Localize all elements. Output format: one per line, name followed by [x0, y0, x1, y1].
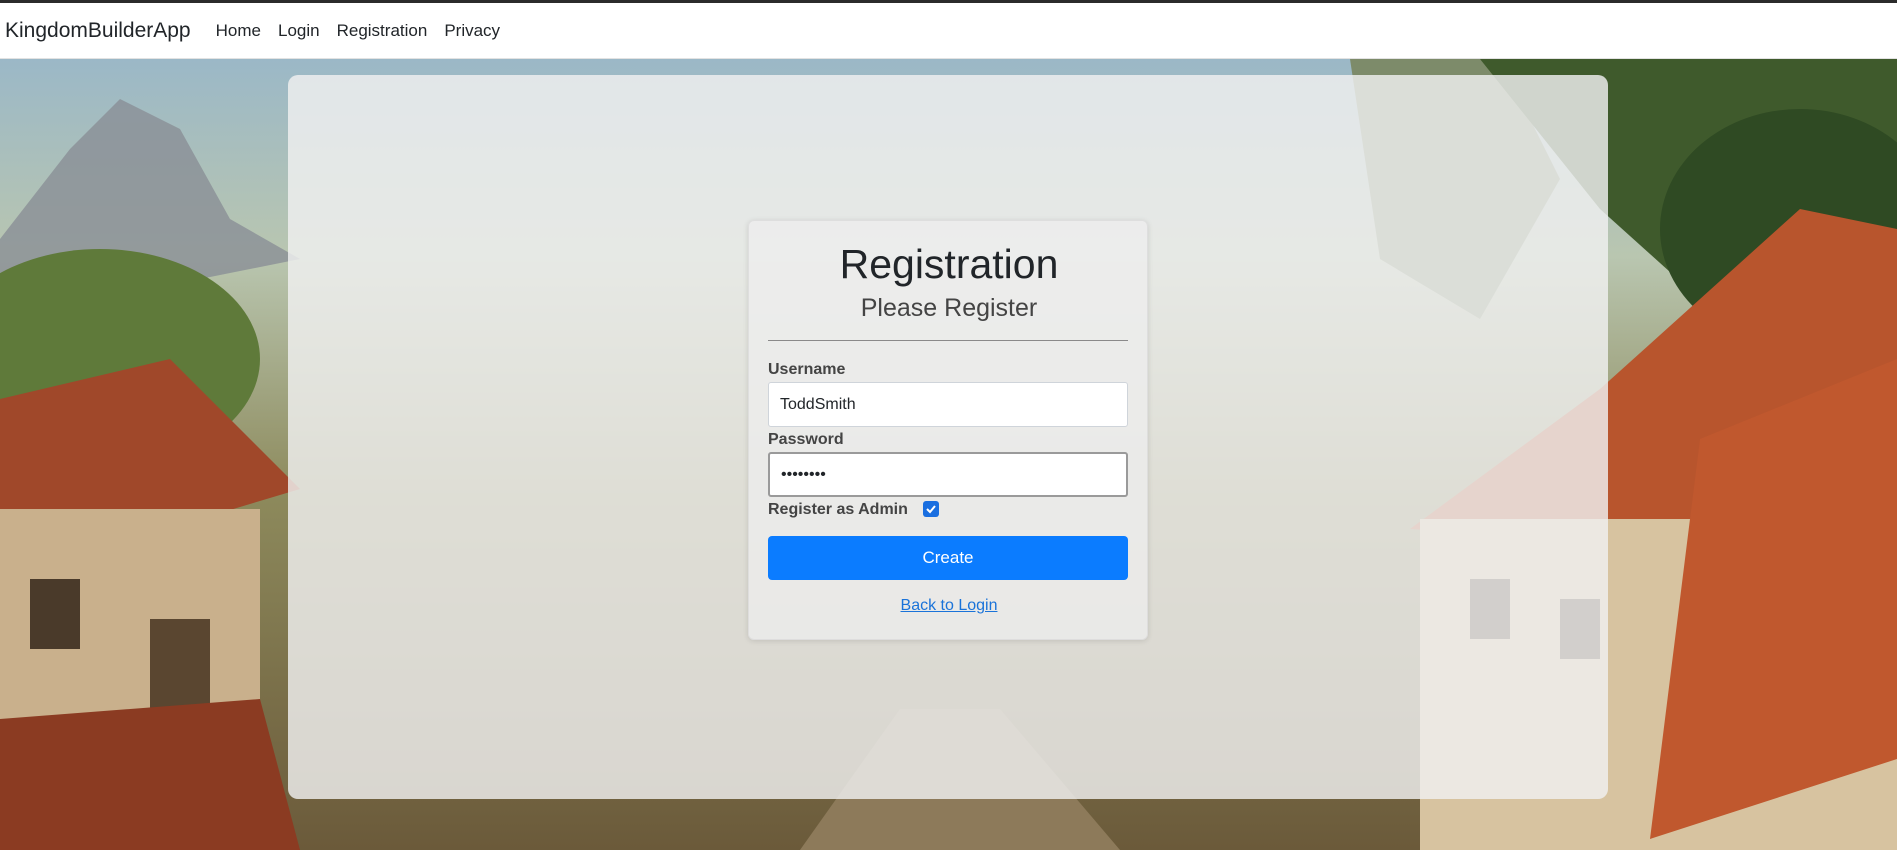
username-input[interactable]: [768, 382, 1128, 427]
page-title: Registration: [839, 241, 1059, 287]
navbar: KingdomBuilderApp Home Login Registratio…: [0, 3, 1897, 59]
create-button[interactable]: Create: [768, 536, 1128, 580]
content-overlay-panel: Registration Please Register Username Pa…: [288, 75, 1608, 799]
password-label: Password: [768, 431, 844, 448]
nav-home[interactable]: Home: [216, 21, 261, 41]
divider: [768, 340, 1128, 341]
nav-login[interactable]: Login: [278, 21, 320, 41]
brand-link[interactable]: KingdomBuilderApp: [5, 19, 191, 43]
page-subtitle: Please Register: [860, 294, 1038, 322]
nav-privacy[interactable]: Privacy: [444, 21, 500, 41]
admin-checkbox-label: Register as Admin: [768, 501, 908, 518]
registration-card: Registration Please Register Username Pa…: [748, 220, 1148, 640]
nav-registration[interactable]: Registration: [337, 21, 428, 41]
back-to-login-link[interactable]: Back to Login: [749, 597, 1149, 615]
check-icon: [926, 505, 936, 514]
password-input[interactable]: [768, 452, 1128, 497]
username-label: Username: [768, 361, 846, 378]
admin-checkbox[interactable]: [923, 501, 939, 517]
